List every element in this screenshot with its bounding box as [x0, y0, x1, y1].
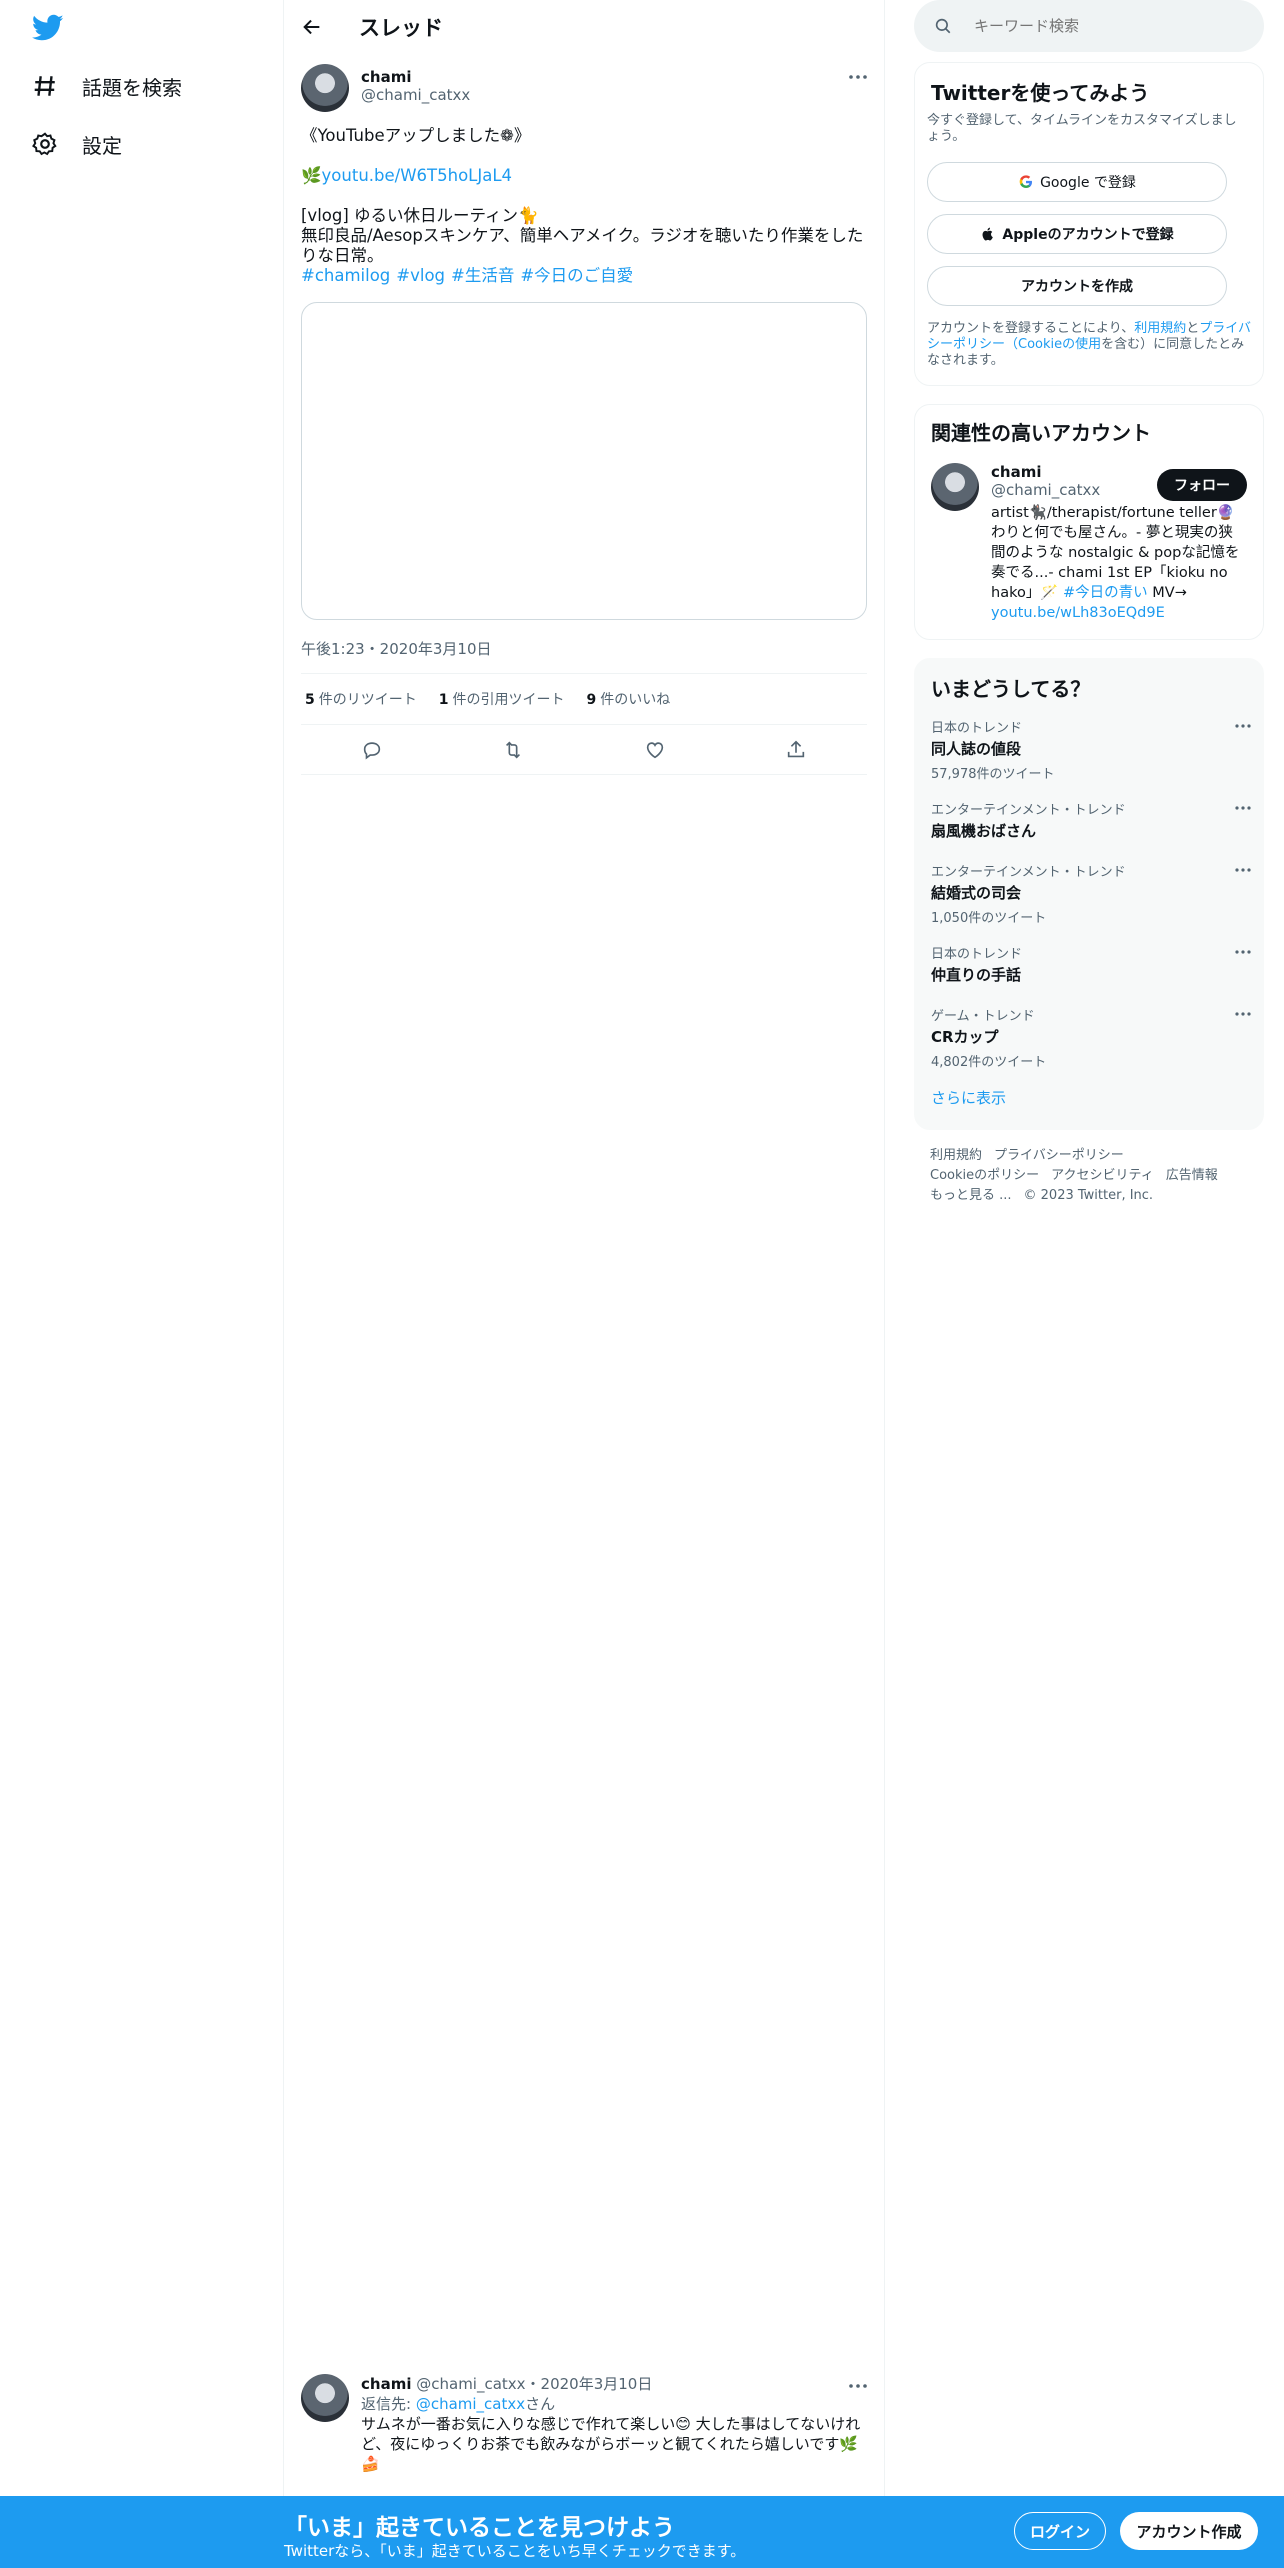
nav-settings[interactable]: 設定 [32, 124, 122, 164]
search-input[interactable] [974, 17, 1234, 35]
create-account-button[interactable]: アカウントを作成 [927, 266, 1227, 306]
bio-hashtag-link[interactable]: #今日の青い [1063, 585, 1148, 601]
tweet-actions [301, 725, 867, 775]
footer-link[interactable]: 広告情報 [1166, 1168, 1218, 1183]
signup-button[interactable]: アカウント作成 [1120, 2512, 1258, 2550]
related-title: 関連性の高いアカウント [931, 421, 1151, 445]
more-options-icon[interactable] [1235, 1011, 1251, 1017]
copyright: © 2023 Twitter, Inc. [1023, 1188, 1154, 1203]
show-more-link[interactable]: さらに表示 [931, 1087, 1006, 1108]
trends-card: いまどうしてる？ 日本のトレンド 同人誌の値段 57,978件のツイート エンタ… [914, 658, 1264, 1130]
author-name[interactable]: chami [361, 68, 470, 86]
tweet-text: 《YouTubeアップしました❁》 🌿youtu.be/W6T5hoLJaL4 … [301, 126, 866, 286]
reply-to-handle-link[interactable]: @chami_catxx [416, 2395, 525, 2413]
follow-button[interactable]: フォロー [1157, 469, 1247, 501]
apple-icon [982, 227, 994, 241]
login-button[interactable]: ログイン [1014, 2512, 1106, 2550]
reply-author-name[interactable]: chami [361, 2375, 411, 2393]
media-card[interactable] [301, 302, 867, 620]
signup-card: Twitterを使ってみよう 今すぐ登録して、タイムラインをカスタマイズしましょ… [914, 62, 1264, 386]
tweet-hashtags: #chamilog #vlog #生活音 #今日のご自愛 [301, 266, 866, 286]
tweet-link-line: 🌿youtu.be/W6T5hoLJaL4 [301, 166, 866, 186]
apple-signup-label: Appleのアカウントで登録 [1002, 227, 1174, 243]
tweet-line-1: 《YouTubeアップしました❁》 [301, 126, 531, 145]
twitter-bird-icon[interactable] [32, 14, 64, 42]
avatar[interactable] [301, 2374, 349, 2422]
related-bio: artist🐈‍⬛/therapist/fortune teller🔮 わりと何… [991, 505, 1240, 621]
reply-text: サムネが一番お気に入りな感じで作れて楽しい😊 大した事はしてないけれど、夜にゆっ… [361, 2415, 861, 2473]
hashtag-icon [34, 76, 55, 96]
terms-text: アカウントを登録することにより、利用規約とプライバシーポリシー（Cookieの使… [927, 321, 1252, 368]
left-sidebar: 話題を検索 設定 [0, 0, 284, 2568]
gear-icon [32, 132, 57, 156]
trend-item[interactable]: エンターテインメント・トレンド 扇風機おばさん [931, 799, 1251, 841]
trend-item[interactable]: 日本のトレンド 仲直りの手話 [931, 943, 1251, 985]
footer-link[interactable]: アクセシビリティ [1051, 1168, 1154, 1183]
likes-stat[interactable]: 9 件のいいね [587, 689, 671, 709]
hashtag-link[interactable]: #vlog [396, 266, 445, 285]
more-options-icon[interactable] [1235, 867, 1251, 873]
thread-header: スレッド [285, 0, 884, 54]
main-column: スレッド chami @chami_catxx 《YouTubeアップしました❁… [285, 0, 885, 2568]
related-accounts-card: 関連性の高いアカウント chami @chami_catxx artist🐈‍⬛… [914, 404, 1264, 640]
signup-title: Twitterを使ってみよう [931, 81, 1150, 105]
back-arrow-icon[interactable] [301, 16, 323, 38]
footer-link[interactable]: もっと見る ... [930, 1188, 1012, 1203]
google-signup-label: Google で登録 [1040, 175, 1136, 191]
hashtag-link[interactable]: #今日のご自愛 [520, 266, 633, 285]
reply-to-line: 返信先: @chami_catxxさん [361, 2395, 556, 2413]
footer-link[interactable]: 利用規約 [930, 1148, 982, 1163]
terms-link[interactable]: 利用規約 [1134, 321, 1186, 336]
trend-item[interactable]: エンターテインメント・トレンド 結婚式の司会 1,050件のツイート [931, 861, 1251, 926]
trends-title: いまどうしてる？ [931, 677, 1091, 701]
apple-signup-button[interactable]: Appleのアカウントで登録 [927, 214, 1227, 254]
more-options-icon[interactable] [848, 2383, 868, 2389]
reply-handle-date: @chami_catxx・2020年3月10日 [416, 2375, 653, 2393]
more-options-icon[interactable] [1235, 723, 1251, 729]
google-icon [1019, 175, 1033, 188]
google-signup-button[interactable]: Google で登録 [927, 162, 1227, 202]
tweet-line-3: [vlog] ゆるい休日ルーティン🐈 [301, 206, 539, 225]
reply-icon[interactable] [361, 739, 383, 761]
avatar[interactable] [301, 64, 349, 112]
reply-tweet[interactable]: chami @chami_catxx・2020年3月10日 返信先: @cham… [301, 2374, 871, 2474]
signup-subtitle: 今すぐ登録して、タイムラインをカスタマイズしましょう。 [927, 113, 1237, 144]
bio-youtube-link[interactable]: youtu.be/wLh83oEQd9E [991, 605, 1165, 621]
tweet-stats: 5 件のリツイート 1 件の引用ツイート 9 件のいいね [301, 673, 867, 725]
create-account-label: アカウントを作成 [1021, 279, 1133, 295]
trend-item[interactable]: 日本のトレンド 同人誌の値段 57,978件のツイート [931, 717, 1251, 782]
nav-settings-label: 設定 [82, 133, 122, 158]
tweet-author: chami @chami_catxx [301, 64, 470, 112]
search-box[interactable] [914, 0, 1264, 52]
retweets-stat[interactable]: 5 件のリツイート [305, 689, 417, 709]
nav-explore-label: 話題を検索 [82, 75, 182, 100]
search-icon [935, 18, 951, 34]
hashtag-link[interactable]: #生活音 [451, 266, 514, 285]
author-handle[interactable]: @chami_catxx [361, 86, 470, 104]
more-options-icon[interactable] [848, 74, 868, 80]
footer: 利用規約 プライバシーポリシー Cookieのポリシー アクセシビリティ 広告情報 も… [930, 1146, 1250, 1206]
nav-explore[interactable]: 話題を検索 [32, 66, 182, 106]
leaf-emoji: 🌿 [301, 166, 322, 185]
more-options-icon[interactable] [1235, 949, 1251, 955]
page-title: スレッド [359, 16, 443, 40]
bottom-signup-bar: 「いま」起きていることを見つけよう Twitterなら、「いま」起きていることを… [0, 2496, 1284, 2568]
quotes-stat[interactable]: 1 件の引用ツイート [439, 689, 565, 709]
hashtag-link[interactable]: #chamilog [301, 266, 390, 285]
tweet-line-4: 無印良品/Aesopスキンケア、簡単ヘアメイク。ラジオを聴いたり作業をしたりな日… [301, 226, 864, 265]
share-icon[interactable] [785, 739, 807, 761]
retweet-icon[interactable] [502, 739, 524, 761]
bar-subtitle: Twitterなら、「いま」起きていることをいち早くチェックできます。 [284, 2542, 746, 2560]
footer-link[interactable]: プライバシーポリシー [994, 1148, 1124, 1163]
trend-item[interactable]: ゲーム・トレンド CRカップ 4,802件のツイート [931, 1005, 1251, 1070]
bar-title: 「いま」起きていることを見つけよう [284, 2515, 675, 2541]
more-options-icon[interactable] [1235, 805, 1251, 811]
avatar[interactable] [931, 463, 979, 511]
footer-link[interactable]: Cookieのポリシー [930, 1168, 1039, 1183]
youtube-link[interactable]: youtu.be/W6T5hoLJaL4 [322, 166, 512, 185]
like-heart-icon[interactable] [644, 739, 666, 761]
tweet-timestamp[interactable]: 午後1:23・2020年3月10日 [301, 638, 492, 659]
